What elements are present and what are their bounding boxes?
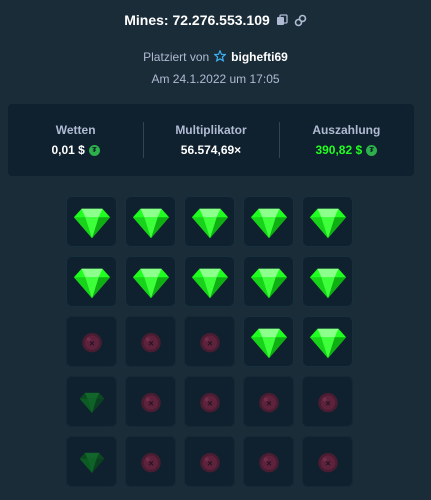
- mine-icon: [317, 392, 338, 412]
- mines-board: [66, 196, 353, 487]
- board-tile[interactable]: [302, 196, 353, 247]
- board-tile[interactable]: [243, 376, 294, 427]
- board-tile[interactable]: [243, 436, 294, 487]
- multiplier-value: 56.574,69×: [180, 143, 242, 157]
- mine-icon: [199, 452, 220, 472]
- mine-icon: [258, 392, 279, 412]
- payout-label: Auszahlung: [312, 123, 381, 137]
- gem-icon: [191, 268, 228, 298]
- board-tile[interactable]: [125, 436, 176, 487]
- board-tile[interactable]: [243, 256, 294, 307]
- gem-icon: [191, 208, 228, 238]
- multiplier-label: Multiplikator: [175, 123, 247, 137]
- gem-icon: [309, 268, 346, 298]
- mine-icon: [81, 332, 102, 352]
- board-tile[interactable]: [125, 196, 176, 247]
- board-tile[interactable]: [66, 376, 117, 427]
- board-tile[interactable]: [184, 436, 235, 487]
- board-tile[interactable]: [125, 256, 176, 307]
- gem-icon: [79, 392, 104, 413]
- bet-date: Am 24.1.2022 um 17:05: [151, 72, 280, 86]
- board-tile[interactable]: [302, 256, 353, 307]
- gem-icon: [132, 208, 169, 238]
- gem-icon: [309, 328, 346, 358]
- board-tile[interactable]: [184, 376, 235, 427]
- gem-icon: [73, 268, 110, 298]
- gem-icon: [309, 208, 346, 238]
- game-title: Mines: 72.276.553.109: [124, 12, 270, 28]
- mine-icon: [199, 332, 220, 352]
- mine-icon: [140, 392, 161, 412]
- username-link[interactable]: bighefti69: [231, 50, 288, 64]
- gem-icon: [132, 268, 169, 298]
- multiplier-value-row: 56.574,69×: [181, 143, 241, 157]
- mine-icon: [199, 392, 220, 412]
- board-tile[interactable]: [66, 436, 117, 487]
- payout-value-row: 390,82 $ ₮: [315, 143, 378, 157]
- board-tile[interactable]: [243, 316, 294, 367]
- bet-value: 0,01 $: [51, 143, 85, 157]
- gem-icon: [73, 208, 110, 238]
- copy-icon[interactable]: [276, 14, 288, 26]
- board-tile[interactable]: [184, 256, 235, 307]
- mine-icon: [140, 332, 161, 352]
- placed-by-row: Platziert von bighefti69: [0, 48, 431, 66]
- board-tile[interactable]: [66, 256, 117, 307]
- board-tile[interactable]: [66, 196, 117, 247]
- star-icon: [213, 48, 227, 65]
- stat-payout: Auszahlung 390,82 $ ₮: [278, 104, 414, 176]
- mine-icon: [317, 452, 338, 472]
- gem-icon: [250, 268, 287, 298]
- bet-stats-panel: Wetten 0,01 $ ₮ Multiplikator 56.574,69×…: [8, 104, 414, 176]
- board-tile[interactable]: [184, 196, 235, 247]
- gem-icon: [250, 328, 287, 358]
- link-icon[interactable]: [294, 14, 307, 27]
- stat-bet: Wetten 0,01 $ ₮: [8, 104, 143, 176]
- stat-multiplier: Multiplikator 56.574,69×: [143, 104, 278, 176]
- gem-icon: [250, 208, 287, 238]
- tether-coin-icon: ₮: [88, 144, 100, 156]
- bet-value-row: 0,01 $ ₮: [51, 143, 100, 157]
- board-tile[interactable]: [184, 316, 235, 367]
- board-tile[interactable]: [125, 316, 176, 367]
- board-tile[interactable]: [302, 436, 353, 487]
- bet-title-row: Mines: 72.276.553.109: [0, 8, 431, 32]
- board-tile[interactable]: [66, 316, 117, 367]
- gem-icon: [79, 452, 104, 473]
- board-tile[interactable]: [302, 316, 353, 367]
- board-tile[interactable]: [302, 376, 353, 427]
- board-tile[interactable]: [125, 376, 176, 427]
- payout-value: 390,82 $: [315, 143, 363, 157]
- tether-coin-icon: ₮: [366, 144, 378, 156]
- placed-by-label: Platziert von: [143, 50, 210, 64]
- board-tile[interactable]: [243, 196, 294, 247]
- bet-label: Wetten: [55, 123, 96, 137]
- mine-icon: [140, 452, 161, 472]
- mine-icon: [258, 452, 279, 472]
